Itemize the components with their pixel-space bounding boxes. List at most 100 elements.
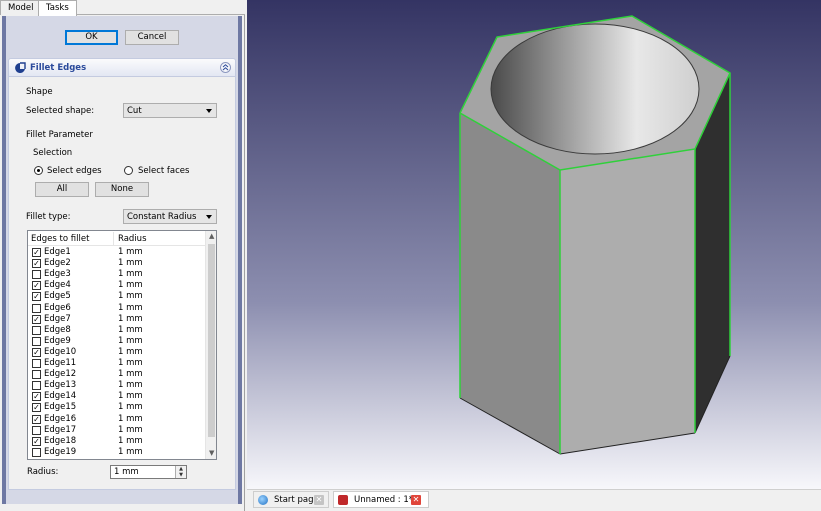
cancel-button[interactable]: Cancel [125,30,179,45]
table-row[interactable]: Edge8 1 mm [28,325,205,336]
edge-radius[interactable]: 1 mm [118,425,143,435]
close-icon[interactable]: ✕ [411,495,421,505]
edge-checkbox[interactable]: ✓ [32,414,41,424]
selection-label: Selection [33,148,73,158]
tab-model-label: Model [8,3,34,13]
cancel-label: Cancel [137,32,167,42]
edge-radius[interactable]: 1 mm [118,380,143,390]
table-row[interactable]: ✓ Edge4 1 mm [28,280,205,291]
edge-checkbox[interactable]: ✓ [32,292,41,302]
edge-checkbox[interactable]: ✓ [32,314,41,324]
edge-radius[interactable]: 1 mm [118,436,143,446]
edge-name: Edge19 [44,446,77,457]
table-row[interactable]: ✓ Edge16 1 mm [28,414,205,425]
table-row[interactable]: Edge11 1 mm [28,358,205,369]
edge-checkbox[interactable]: ✓ [32,347,41,357]
edges-list-scrollbar[interactable]: ▲ ▼ [205,231,216,459]
table-row[interactable]: ✓ Edge5 1 mm [28,291,205,302]
tab-start-page[interactable]: Start page ✕ [253,491,329,508]
select-edges-label: Select edges [47,166,102,176]
table-row[interactable]: ✓ Edge1 1 mm [28,247,205,258]
edge-name: Edge5 [44,291,71,302]
table-row[interactable]: Edge17 1 mm [28,425,205,436]
3d-view[interactable] [247,0,821,489]
start-page-icon [258,495,268,505]
edge-checkbox[interactable]: ✓ [32,248,41,257]
table-row[interactable]: Edge19 1 mm [28,447,205,458]
radius-spinbox[interactable]: 1 mm ▲ ▼ [110,465,187,479]
collapse-chevron-icon[interactable] [220,62,231,73]
table-row[interactable]: Edge3 1 mm [28,269,205,280]
select-faces-radio[interactable] [124,166,133,175]
edge-checkbox[interactable]: ✓ [32,392,41,402]
table-row[interactable]: ✓ Edge14 1 mm [28,391,205,402]
edge-checkbox[interactable]: ✓ [32,436,41,446]
fillet-type-combo[interactable]: Constant Radius [123,209,217,224]
table-row[interactable]: Edge6 1 mm [28,303,205,314]
bore-hole[interactable] [490,23,700,155]
edge-radius[interactable]: 1 mm [118,314,143,324]
table-row[interactable]: ✓ Edge2 1 mm [28,258,205,269]
edge-name: Edge13 [44,380,77,391]
none-button[interactable]: None [95,182,149,197]
edge-name: Edge6 [44,302,71,313]
edge-radius[interactable]: 1 mm [118,414,143,424]
table-row[interactable]: Edge9 1 mm [28,336,205,347]
select-faces-label: Select faces [138,166,190,176]
edge-radius[interactable]: 1 mm [118,369,143,379]
front-left-face[interactable] [460,113,560,454]
edge-radius[interactable]: 1 mm [118,303,143,313]
edge-checkbox[interactable] [32,270,41,280]
tab-tasks[interactable]: Tasks [38,0,77,16]
edge-radius[interactable]: 1 mm [118,358,143,368]
edge-checkbox[interactable]: ✓ [32,281,41,291]
edge-checkbox[interactable] [32,325,41,335]
edge-radius[interactable]: 1 mm [118,447,143,457]
table-row[interactable]: ✓ Edge7 1 mm [28,314,205,325]
edge-checkbox[interactable] [32,359,41,368]
scroll-up-icon[interactable]: ▲ [209,232,214,240]
edge-checkbox[interactable] [32,370,41,380]
edge-radius[interactable]: 1 mm [118,391,143,401]
radius-column-header[interactable]: Radius [118,234,147,244]
table-row[interactable]: ✓ Edge15 1 mm [28,402,205,413]
edge-radius[interactable]: 1 mm [118,269,143,279]
edge-checkbox[interactable] [32,303,41,313]
edge-checkbox[interactable]: ✓ [32,403,41,413]
edge-checkbox[interactable] [32,425,41,435]
hex-cup-model[interactable] [247,0,821,489]
table-row[interactable]: Edge13 1 mm [28,380,205,391]
selected-shape-combo[interactable]: Cut [123,103,217,118]
tab-model[interactable]: Model [0,0,42,15]
edge-name: Edge8 [44,324,71,335]
edge-radius[interactable]: 1 mm [118,258,143,268]
edges-list[interactable]: Edges to fillet Radius ✓ Edge1 1 mm ✓ Edge2 1… [27,230,217,460]
close-icon[interactable]: ✕ [314,495,324,505]
edge-checkbox[interactable] [32,381,41,391]
edge-radius[interactable]: 1 mm [118,402,143,412]
fillet-edges-header[interactable]: Fillet Edges [8,58,236,76]
spin-arrows-icon[interactable]: ▲ ▼ [175,466,186,478]
edge-radius[interactable]: 1 mm [118,325,143,335]
edge-radius[interactable]: 1 mm [118,280,143,290]
edge-name: Edge7 [44,313,71,324]
all-button[interactable]: All [35,182,89,197]
front-right-face[interactable] [560,149,695,454]
edge-radius[interactable]: 1 mm [118,291,143,301]
scroll-down-icon[interactable]: ▼ [209,449,214,457]
edge-checkbox[interactable] [32,447,41,457]
edge-radius[interactable]: 1 mm [118,347,143,357]
scrollbar-thumb[interactable] [208,244,215,437]
tab-unnamed-document[interactable]: Unnamed : 1* ✕ [333,491,429,508]
edge-checkbox[interactable]: ✓ [32,259,41,269]
edges-column-header[interactable]: Edges to fillet [31,234,89,244]
table-row[interactable]: ✓ Edge18 1 mm [28,436,205,447]
edge-radius[interactable]: 1 mm [118,336,143,346]
table-row[interactable]: ✓ Edge10 1 mm [28,347,205,358]
select-edges-radio[interactable] [34,166,43,175]
ok-button[interactable]: OK [65,30,118,45]
selected-shape-label: Selected shape: [26,106,95,116]
edge-radius[interactable]: 1 mm [118,247,143,257]
edge-checkbox[interactable] [32,336,41,346]
table-row[interactable]: Edge12 1 mm [28,369,205,380]
